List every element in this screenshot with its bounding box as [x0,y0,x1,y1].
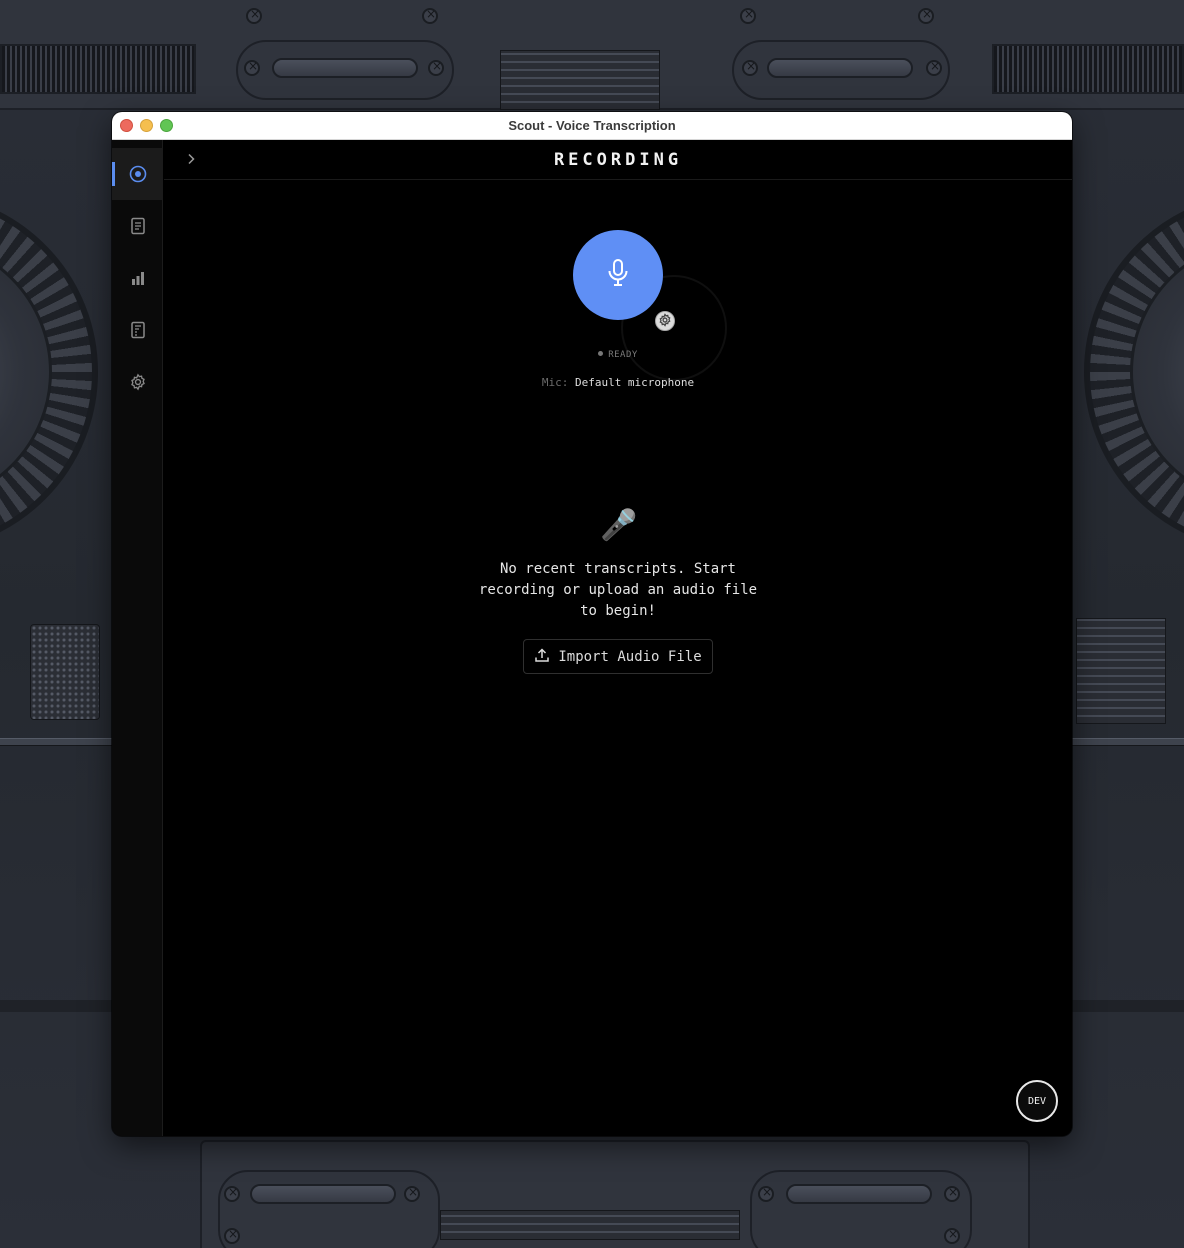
mic-label: Mic: [541,376,569,389]
recording-status: READY [164,350,1072,360]
wallpaper-board [500,50,660,110]
wallpaper-screw [224,1185,240,1202]
wallpaper-screw [926,59,942,76]
wallpaper-bracket [218,1170,440,1248]
gear-icon [129,373,147,391]
wallpaper-fan-left [0,192,98,552]
wallpaper-bracket [750,1170,972,1248]
gear-icon [658,312,672,331]
import-audio-button[interactable]: Import Audio File [523,639,713,674]
wallpaper-screw [224,1227,240,1244]
wallpaper-screw [422,7,438,24]
wallpaper-screw [428,59,444,76]
notebook-icon [130,321,146,339]
top-bar: RECORDING [164,140,1072,180]
empty-state-microphone-icon: 🎤 [600,508,638,543]
app-window: Scout - Voice Transcription RECORDING RE… [112,112,1072,1136]
wallpaper-components [1076,618,1166,724]
upload-icon [534,647,550,667]
title-bar[interactable]: Scout - Voice Transcription [112,112,1072,140]
mic-value: Default microphone [574,376,695,389]
wallpaper-screw [244,59,260,76]
wallpaper-screw [740,7,756,24]
wallpaper-screw [758,1185,774,1202]
wallpaper-fan-right [1084,192,1184,552]
wallpaper-ports [440,1210,740,1240]
sidebar-item-settings[interactable] [112,356,163,408]
wallpaper-pill [767,58,913,78]
wallpaper-pill [272,58,418,78]
bar-chart-icon [130,270,146,286]
record-button[interactable] [573,230,663,320]
wallpaper-screw [918,7,934,24]
recorder-settings-button[interactable] [655,311,675,331]
main-content: RECORDING READY Mic: Default microphone … [164,140,1072,1136]
empty-state-message: No recent transcripts. Start recording o… [478,561,758,619]
document-icon [130,217,146,235]
microphone-selector[interactable]: Mic: Default microphone [164,376,1072,389]
sidebar-item-dictionary[interactable] [112,304,163,356]
wallpaper-speaker [30,624,100,720]
wallpaper-screw [742,59,758,76]
page-title: RECORDING [553,150,683,170]
dev-badge[interactable]: DEV [1016,1080,1058,1122]
sidebar-item-stats[interactable] [112,252,163,304]
window-title: Scout - Voice Transcription [508,118,676,133]
wallpaper-screw [246,7,262,24]
wallpaper-pill [786,1184,932,1204]
sidebar-item-transcripts[interactable] [112,200,163,252]
sidebar [112,140,163,1136]
microphone-icon [606,258,630,292]
status-text: READY [608,350,638,360]
wallpaper-vent [0,44,196,94]
wallpaper-pill [250,1184,396,1204]
wallpaper-screw [944,1227,960,1244]
record-icon [129,165,147,183]
status-dot [598,351,604,356]
import-audio-label: Import Audio File [558,648,702,665]
sidebar-item-record[interactable] [112,148,163,200]
wallpaper-vent [992,44,1184,94]
wallpaper-screw [404,1185,420,1202]
wallpaper-screw [944,1185,960,1202]
